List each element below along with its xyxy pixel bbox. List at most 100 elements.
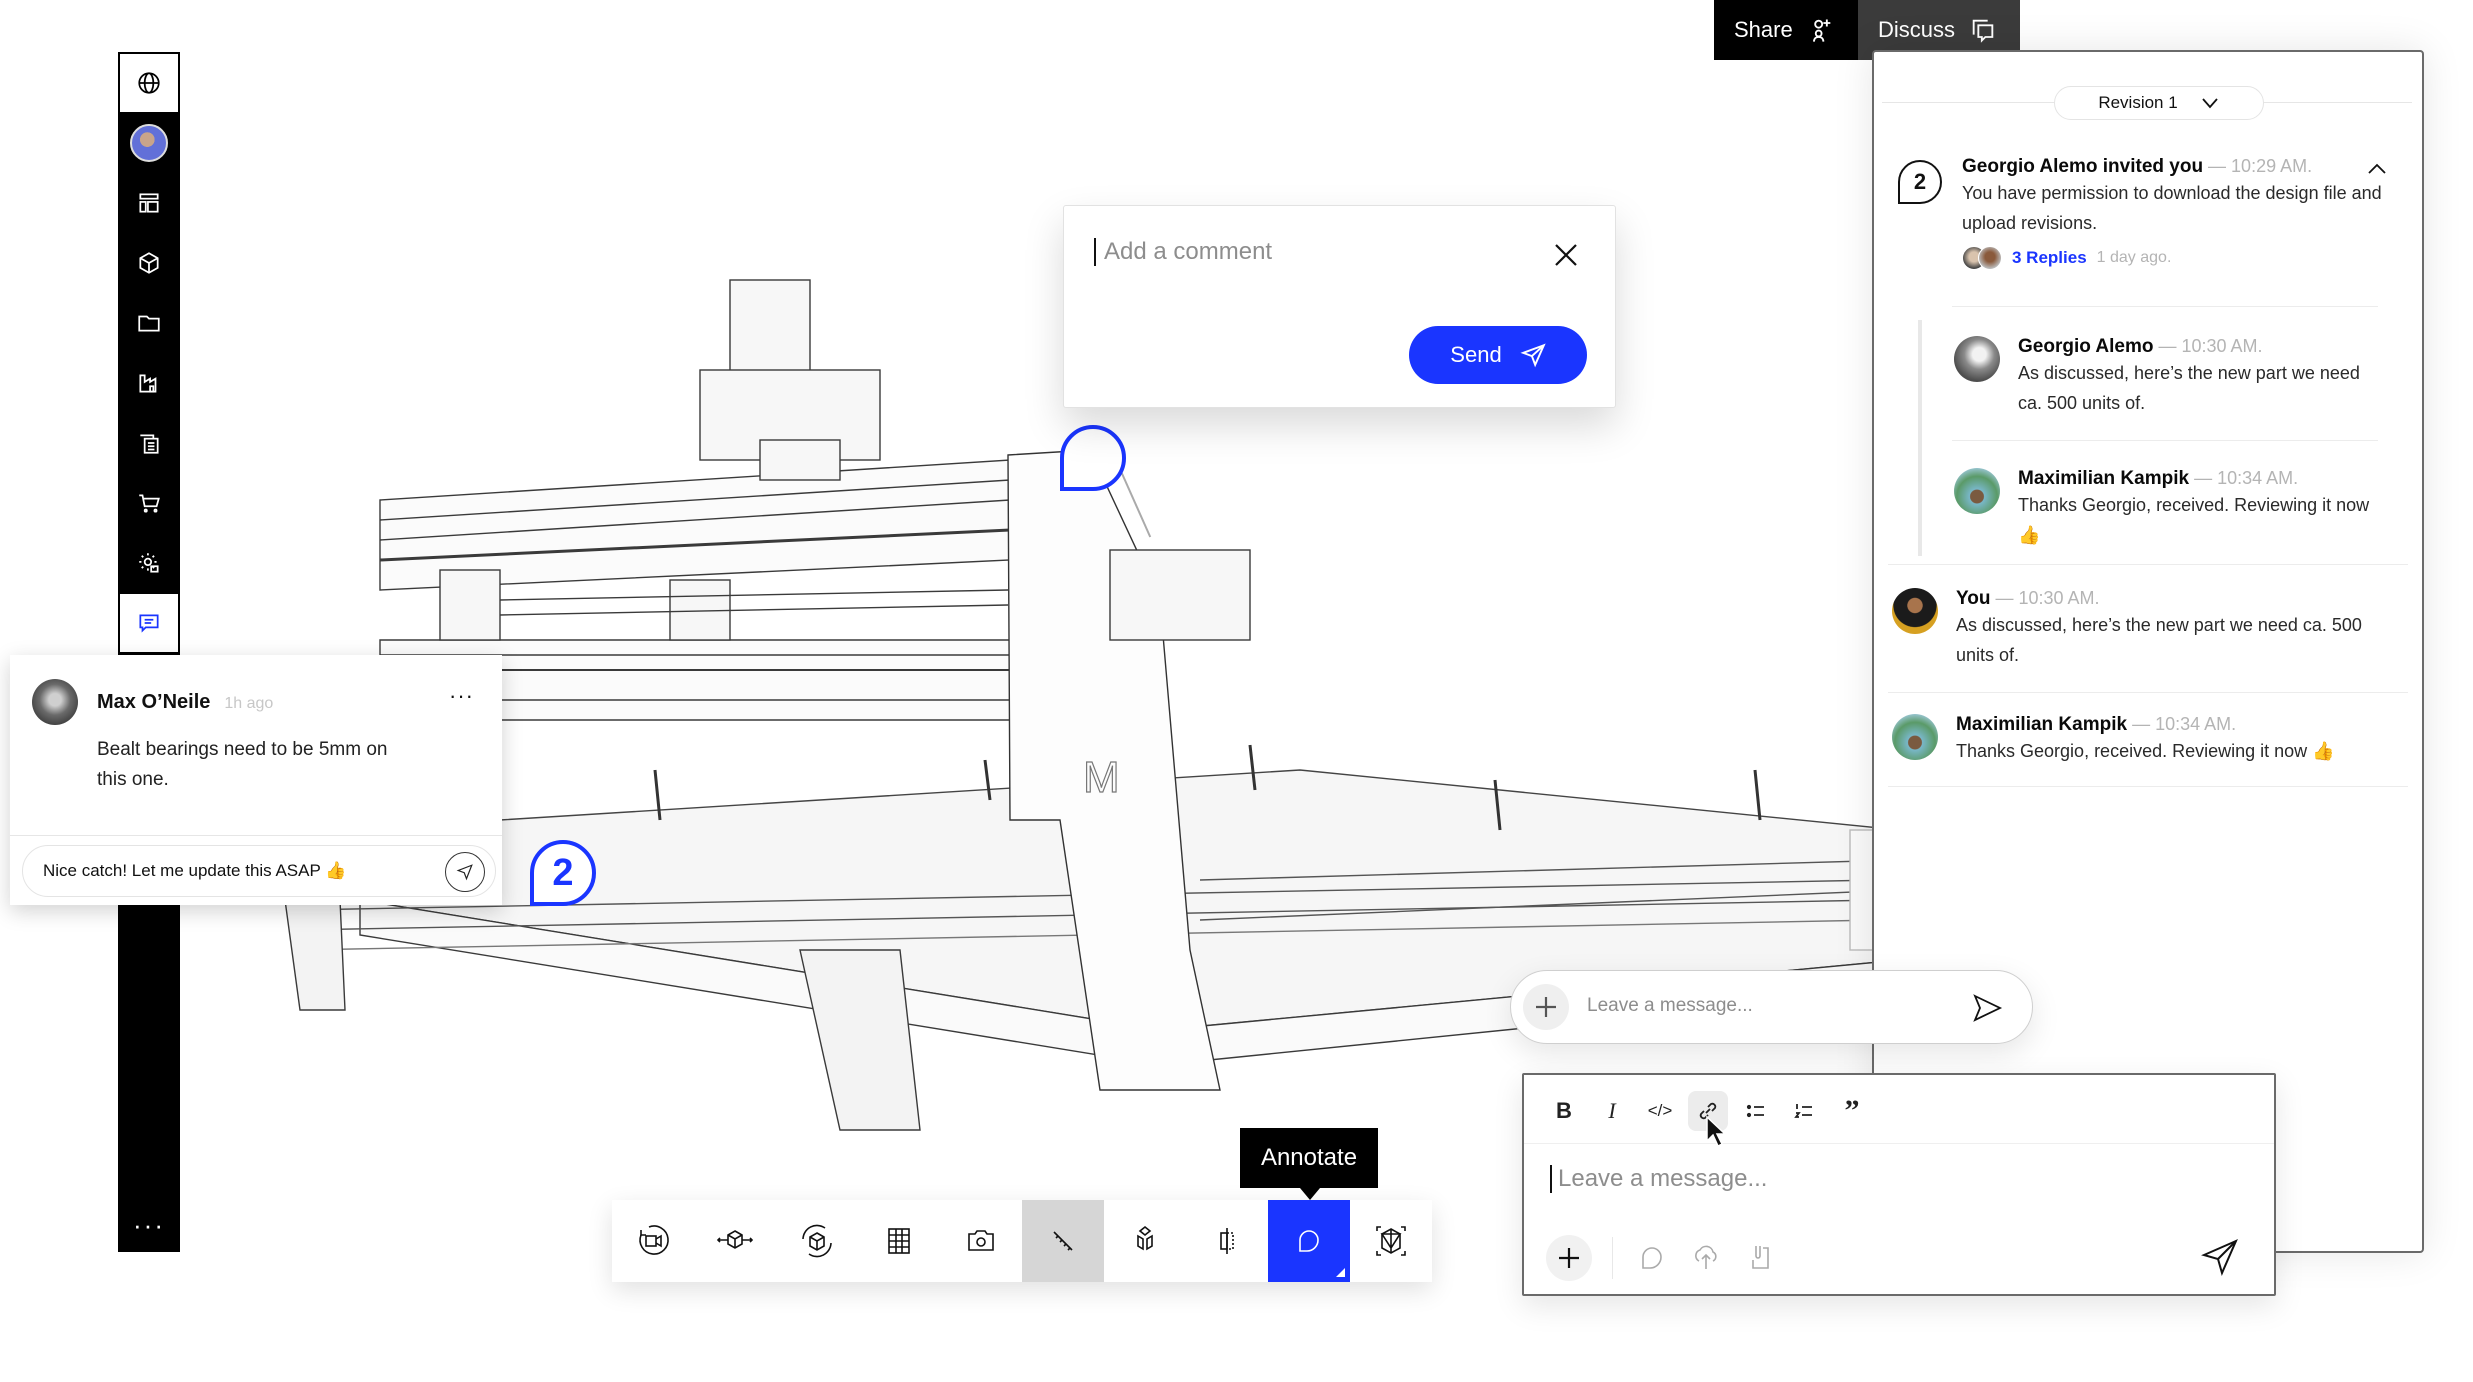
reply-avatars: [1962, 246, 2002, 270]
annotate-icon: [1299, 1230, 1319, 1252]
pan-tool[interactable]: [694, 1200, 776, 1282]
cube-icon: [139, 252, 159, 274]
message-author: You: [1956, 588, 1991, 609]
fit-view-tool[interactable]: [1350, 1200, 1432, 1282]
replies-link[interactable]: 3 Replies: [2012, 248, 2087, 268]
close-icon[interactable]: [1553, 242, 1579, 268]
reply-input[interactable]: Nice catch! Let me update this ASAP 👍: [22, 845, 496, 897]
bullet-list-button[interactable]: [1736, 1091, 1776, 1131]
upload-icon[interactable]: [1690, 1241, 1722, 1273]
list-item: Maximilian Kampik — 10:34 AM. Thanks Geo…: [1954, 468, 2374, 550]
comment-pin-2[interactable]: 2: [530, 840, 596, 906]
screenshot-tool[interactable]: [940, 1200, 1022, 1282]
comment-input[interactable]: Add a comment: [1094, 238, 1272, 266]
sidebar-item-comments[interactable]: [120, 594, 178, 652]
settings-icon: [139, 553, 159, 573]
rotate-tool[interactable]: [776, 1200, 858, 1282]
avatar: [130, 124, 168, 162]
plus-icon: [1559, 1248, 1579, 1268]
revision-selector[interactable]: Revision 1: [2054, 86, 2264, 120]
section-tool[interactable]: [1186, 1200, 1268, 1282]
avatar: [1954, 468, 2000, 514]
divider: [1524, 1143, 2274, 1144]
comment-icon: [139, 614, 159, 633]
rich-message-editor: B I </> ” Leave a message...: [1522, 1073, 2276, 1296]
message-input[interactable]: Leave a message...: [1587, 995, 1753, 1017]
orbit-camera-tool[interactable]: [612, 1200, 694, 1282]
more-options-button[interactable]: ···: [449, 683, 474, 709]
send-label: Send: [1450, 342, 1502, 367]
chevron-down-icon: [2202, 98, 2218, 109]
message-text: As discussed, here’s the new part we nee…: [1956, 615, 2362, 665]
plus-icon: [1536, 997, 1556, 1017]
thread-pin-badge[interactable]: 2: [1898, 160, 1942, 204]
list-item: Georgio Alemo — 10:30 AM. As discussed, …: [1954, 336, 2374, 418]
folder-icon: [138, 315, 160, 332]
message-author: Georgio Alemo: [2018, 336, 2154, 357]
grid-tool[interactable]: [858, 1200, 940, 1282]
sidebar-item-documents[interactable]: [120, 414, 178, 472]
sidebar-item-settings[interactable]: [120, 534, 178, 592]
cart-icon: [139, 494, 160, 513]
send-icon[interactable]: [1970, 991, 2004, 1025]
attachment-icon[interactable]: [1744, 1241, 1776, 1273]
numbered-list-button[interactable]: [1784, 1091, 1824, 1131]
sidebar-item-cart[interactable]: [120, 474, 178, 532]
message-text: As discussed, here’s the new part we nee…: [2018, 363, 2360, 413]
list-item: Maximilian Kampik — 10:34 AM. Thanks Geo…: [1892, 714, 2402, 766]
sidebar-item-profile[interactable]: [120, 114, 178, 172]
ruler-icon: [1053, 1231, 1073, 1251]
sidebar-item-globe[interactable]: [120, 54, 178, 112]
camera-icon: [968, 1230, 994, 1251]
bullet-list-icon: [1746, 1104, 1764, 1118]
sidebar-item-factory[interactable]: [120, 354, 178, 412]
documents-icon: [140, 434, 159, 454]
sidebar-item-parts[interactable]: [120, 234, 178, 292]
fit-view-icon: [1376, 1226, 1406, 1256]
thread-line: [1918, 320, 1922, 556]
reply-value: Nice catch! Let me update this ASAP 👍: [43, 861, 347, 880]
bold-button[interactable]: B: [1544, 1091, 1584, 1131]
section-plane-icon: [1220, 1228, 1234, 1254]
orbit-camera-icon: [639, 1225, 669, 1255]
sidebar-item-dashboard[interactable]: [120, 174, 178, 232]
message-text: Thanks Georgio, received. Reviewing it n…: [2018, 495, 2370, 545]
code-button[interactable]: </>: [1640, 1091, 1680, 1131]
chevron-up-icon[interactable]: [2366, 162, 2388, 176]
share-button[interactable]: Share: [1714, 0, 1858, 60]
send-button[interactable]: Send: [1409, 326, 1587, 384]
sidebar-item-files[interactable]: [120, 294, 178, 352]
avatar: [1978, 246, 2002, 270]
comment-pin-new[interactable]: [1060, 425, 1126, 491]
message-composer-compact: Leave a message...: [1510, 970, 2033, 1044]
message-author: Maximilian Kampik: [1956, 714, 2128, 735]
quote-button[interactable]: ”: [1832, 1091, 1872, 1131]
message-text: Thanks Georgio, received. Reviewing it n…: [1956, 741, 2335, 761]
measure-tool[interactable]: [1022, 1200, 1104, 1282]
add-user-icon: [1812, 19, 1831, 42]
avatar: [32, 679, 78, 725]
explode-tool[interactable]: [1104, 1200, 1186, 1282]
message-time: — 10:34 AM.: [2189, 468, 2299, 488]
divider: [1888, 564, 2408, 565]
revision-label: Revision 1: [2098, 93, 2178, 112]
layout-icon: [139, 193, 159, 213]
replies-age: 1 day ago.: [2096, 249, 2172, 266]
message-author: Maximilian Kampik: [2018, 468, 2190, 489]
card-age: 1h ago: [224, 695, 274, 712]
add-comment-popup: Add a comment Send: [1063, 205, 1616, 408]
send-icon[interactable]: [2200, 1237, 2240, 1277]
reply-send-button[interactable]: [445, 852, 485, 892]
italic-button[interactable]: I: [1592, 1091, 1632, 1131]
rotate-cube-icon: [802, 1224, 832, 1258]
message-time: — 10:34 AM.: [2127, 714, 2237, 734]
annotate-icon[interactable]: [1636, 1241, 1668, 1273]
editor-input[interactable]: Leave a message...: [1550, 1165, 1767, 1193]
factory-icon: [139, 374, 157, 393]
annotate-tool[interactable]: [1268, 1200, 1350, 1282]
send-icon: [456, 864, 473, 881]
more-menu-button[interactable]: ···: [120, 1212, 178, 1238]
add-button[interactable]: [1546, 1235, 1592, 1281]
svg-text:M: M: [1083, 753, 1120, 802]
add-attachment-button[interactable]: [1523, 984, 1569, 1030]
